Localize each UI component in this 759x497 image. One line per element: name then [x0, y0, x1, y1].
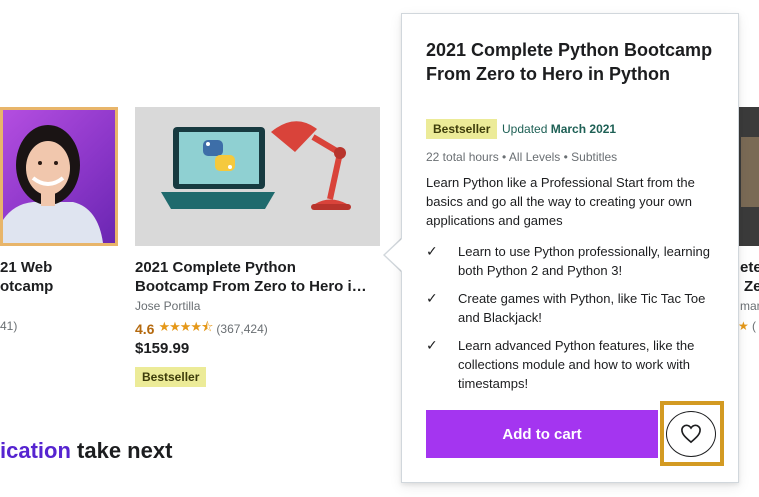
bestseller-badge: Bestseller [135, 367, 207, 387]
objective-text: Learn advanced Python features, like the… [458, 338, 695, 391]
instructor-portrait-icon [3, 125, 103, 243]
popover-updated: Updated March 2021 [502, 122, 616, 136]
popover-meta: 22 total hours • All Levels • Subtitles [426, 150, 618, 164]
course-preview-popover: 2021 Complete Python Bootcamp From Zero … [401, 13, 739, 483]
course-thumbnail[interactable] [135, 107, 380, 246]
heart-icon [681, 424, 701, 444]
section-heading-text: take next [70, 438, 173, 463]
popover-arrow-fill [385, 239, 402, 271]
star-rating-icon: ★★★★⯪ [158, 319, 213, 334]
popover-objectives: ✓ Learn to use Python professionally, le… [426, 242, 726, 402]
python-laptop-illustration [135, 107, 380, 246]
popover-title[interactable]: 2021 Complete Python Bootcamp From Zero … [426, 38, 726, 86]
add-to-cart-button[interactable]: Add to cart [426, 410, 658, 458]
course-price: $159.99 [135, 340, 190, 357]
course-instructor-right: man [740, 299, 759, 313]
list-item: ✓ Create games with Python, like Tic Tac… [426, 289, 726, 327]
course-thumbnail-left[interactable] [0, 107, 118, 246]
course-title-right-line2[interactable]: Ze [744, 277, 759, 296]
popover-description: Learn Python like a Professional Start f… [426, 175, 695, 228]
objective-text: Create games with Python, like Tic Tac T… [458, 291, 706, 325]
updated-label: Updated [502, 122, 548, 136]
course-title-left-line1[interactable]: 21 Web [0, 258, 52, 277]
list-item: ✓ Learn to use Python professionally, le… [426, 242, 726, 280]
course-thumbnail-right[interactable] [738, 107, 759, 246]
course-title-line2[interactable]: Bootcamp From Zero to Hero i… [135, 277, 367, 296]
rating-count: (367,424) [216, 322, 268, 336]
course-image-right [738, 107, 759, 246]
section-heading-link[interactable]: ication [0, 438, 71, 463]
rating-value: 4.6 [135, 321, 155, 337]
course-title-right-line1[interactable]: ete [740, 258, 759, 277]
section-heading: ication take next [0, 438, 172, 464]
instructor-photo [3, 110, 115, 243]
updated-date: March 2021 [550, 122, 617, 136]
course-rating: 4.6 ★★★★⯪ (367,424) [135, 318, 268, 340]
course-title-left-line2[interactable]: otcamp [0, 277, 53, 296]
check-icon: ✓ [426, 290, 438, 306]
rating-count-left: 41) [0, 319, 18, 333]
objective-text: Learn to use Python professionally, lear… [458, 244, 710, 278]
popover-bestseller-badge: Bestseller [426, 119, 498, 139]
check-icon: ✓ [426, 337, 438, 353]
rating-count-right: ( [752, 319, 756, 333]
wishlist-button[interactable] [666, 411, 716, 457]
check-icon: ✓ [426, 243, 438, 259]
star-icon: ★ [738, 319, 749, 333]
course-instructor: Jose Portilla [135, 299, 201, 313]
list-item: ✓ Learn advanced Python features, like t… [426, 336, 726, 393]
course-title-line1[interactable]: 2021 Complete Python [135, 258, 296, 277]
